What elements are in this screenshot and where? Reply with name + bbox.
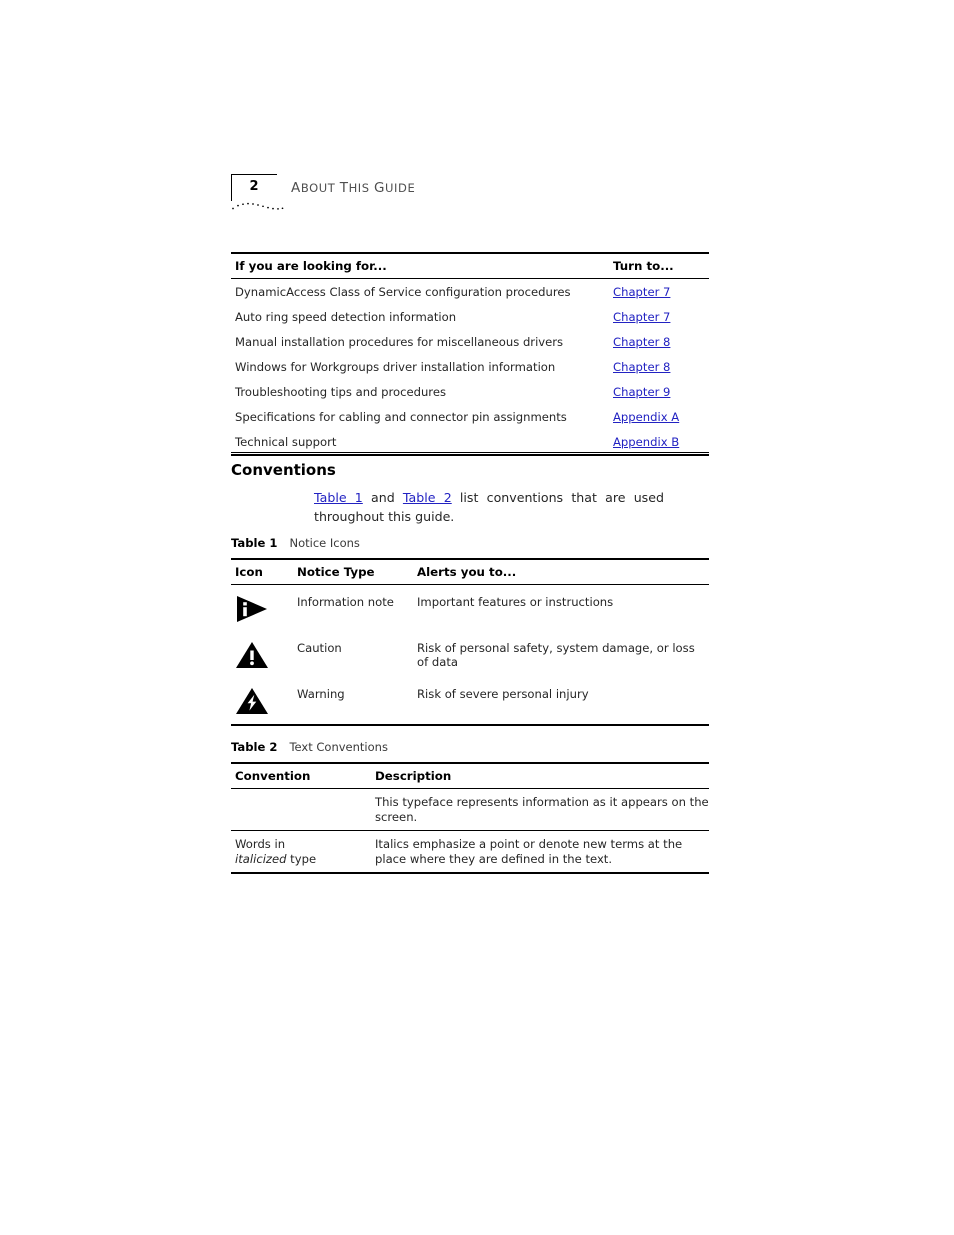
lookup-topic: DynamicAccess Class of Service configura… (235, 284, 571, 299)
document-page: 2 ABOUT THIS GUIDE If you are looking fo… (0, 0, 954, 1235)
lookup-target: Chapter 7 (609, 279, 709, 305)
conv-convention-plain: Words in (235, 837, 286, 851)
table-header-row: If you are looking for... Turn to... (231, 252, 709, 279)
caution-icon (236, 642, 268, 668)
table-row: Words in italicized type Italics emphasi… (231, 830, 709, 874)
notice-icon-cell (231, 632, 297, 678)
notice-alert: Important features or instructions (417, 595, 614, 609)
notice-header-icon: Icon (231, 558, 297, 585)
conv-header-description: Description (375, 762, 709, 789)
notice-icon-cell (231, 585, 297, 633)
table-row: Manual installation procedures for misce… (231, 329, 709, 354)
information-note-icon (237, 596, 267, 622)
lookup-target: Appendix A (609, 404, 709, 429)
lookup-topic: Windows for Workgroups driver installati… (235, 359, 556, 374)
lookup-topic: Troubleshooting tips and procedures (235, 384, 446, 399)
table-header-row: Icon Notice Type Alerts you to... (231, 558, 709, 585)
lookup-target-link[interactable]: Chapter 7 (613, 310, 670, 324)
conv-description: This typeface represents information as … (375, 795, 709, 824)
notice-alert: Risk of severe personal injury (417, 678, 709, 726)
table-2-caption-label: Table 2 (231, 740, 278, 754)
conv-convention-italic: italicized (235, 851, 287, 866)
lookup-target: Chapter 7 (609, 304, 709, 329)
lookup-target-link[interactable]: Chapter 8 (613, 335, 670, 349)
table-row: Warning Risk of severe personal injury (231, 678, 709, 726)
section-divider (231, 452, 709, 453)
conv-header-convention: Convention (231, 762, 375, 789)
lookup-target-link[interactable]: Chapter 9 (613, 385, 670, 399)
table-row: Windows for Workgroups driver installati… (231, 354, 709, 379)
table-1-link[interactable]: Table 1 (314, 490, 363, 505)
lookup-target-link[interactable]: Appendix A (613, 410, 679, 424)
table-2-link[interactable]: Table 2 (403, 490, 452, 505)
lookup-target-link[interactable]: Chapter 8 (613, 360, 670, 374)
table-row: Caution Risk of personal safety, system … (231, 632, 709, 678)
page-header: 2 ABOUT THIS GUIDE (231, 174, 711, 218)
notice-header-alert: Alerts you to... (417, 558, 709, 585)
lookup-target: Chapter 8 (609, 354, 709, 379)
lookup-topic: Specifications for cabling and connector… (235, 409, 567, 424)
section-heading-conventions: Conventions (231, 461, 336, 479)
notice-icon-cell (231, 678, 297, 726)
table-2-caption-name: Text Conventions (289, 740, 388, 754)
lookup-target-link[interactable]: Appendix B (613, 435, 679, 449)
lookup-target-link[interactable]: Chapter 7 (613, 285, 670, 299)
conv-description: Italics emphasize a point or denote new … (375, 830, 709, 874)
conv-convention-tail: type (286, 851, 317, 866)
conv-convention: Words in italicized type (231, 830, 375, 874)
table-1-caption: Table 1 Notice Icons (231, 536, 360, 550)
notice-header-type: Notice Type (297, 558, 417, 585)
lookup-topic: Auto ring speed detection information (235, 309, 457, 324)
notice-icons-table: Icon Notice Type Alerts you to... Inform… (231, 558, 709, 726)
table-row: Troubleshooting tips and procedures Chap… (231, 379, 709, 404)
notice-type: Warning (297, 678, 417, 726)
conv-convention (231, 789, 375, 831)
folio-swoosh-decoration (232, 202, 284, 210)
table-1-caption-name: Notice Icons (289, 536, 360, 550)
table-row: Auto ring speed detection information Ch… (231, 304, 709, 329)
lookup-target: Chapter 9 (609, 379, 709, 404)
lookup-header-topic: If you are looking for... (231, 252, 609, 279)
notice-type: Information note (297, 595, 394, 609)
lookup-table: If you are looking for... Turn to... Dyn… (231, 252, 709, 456)
table-row: This typeface represents information as … (231, 789, 709, 831)
conventions-intro-paragraph: Table 1 and Table 2 list conventions tha… (314, 488, 664, 526)
table-row: Information note Important features or i… (231, 585, 709, 633)
table-row: DynamicAccess Class of Service configura… (231, 279, 709, 305)
lookup-header-target: Turn to... (609, 252, 709, 279)
table-header-row: Convention Description (231, 762, 709, 789)
lookup-target: Chapter 8 (609, 329, 709, 354)
table-row: Specifications for cabling and connector… (231, 404, 709, 429)
page-number: 2 (249, 179, 259, 194)
text-conventions-table: Convention Description This typeface rep… (231, 762, 709, 874)
lookup-topic: Manual installation procedures for misce… (235, 334, 564, 349)
notice-type: Caution (297, 641, 342, 655)
warning-icon (236, 688, 268, 714)
table-2-caption: Table 2 Text Conventions (231, 740, 388, 754)
notice-alert: Risk of personal safety, system damage, … (417, 641, 695, 669)
running-head: ABOUT THIS GUIDE (291, 180, 416, 196)
table-1-caption-label: Table 1 (231, 536, 278, 550)
intro-conjunction: and (362, 490, 403, 505)
